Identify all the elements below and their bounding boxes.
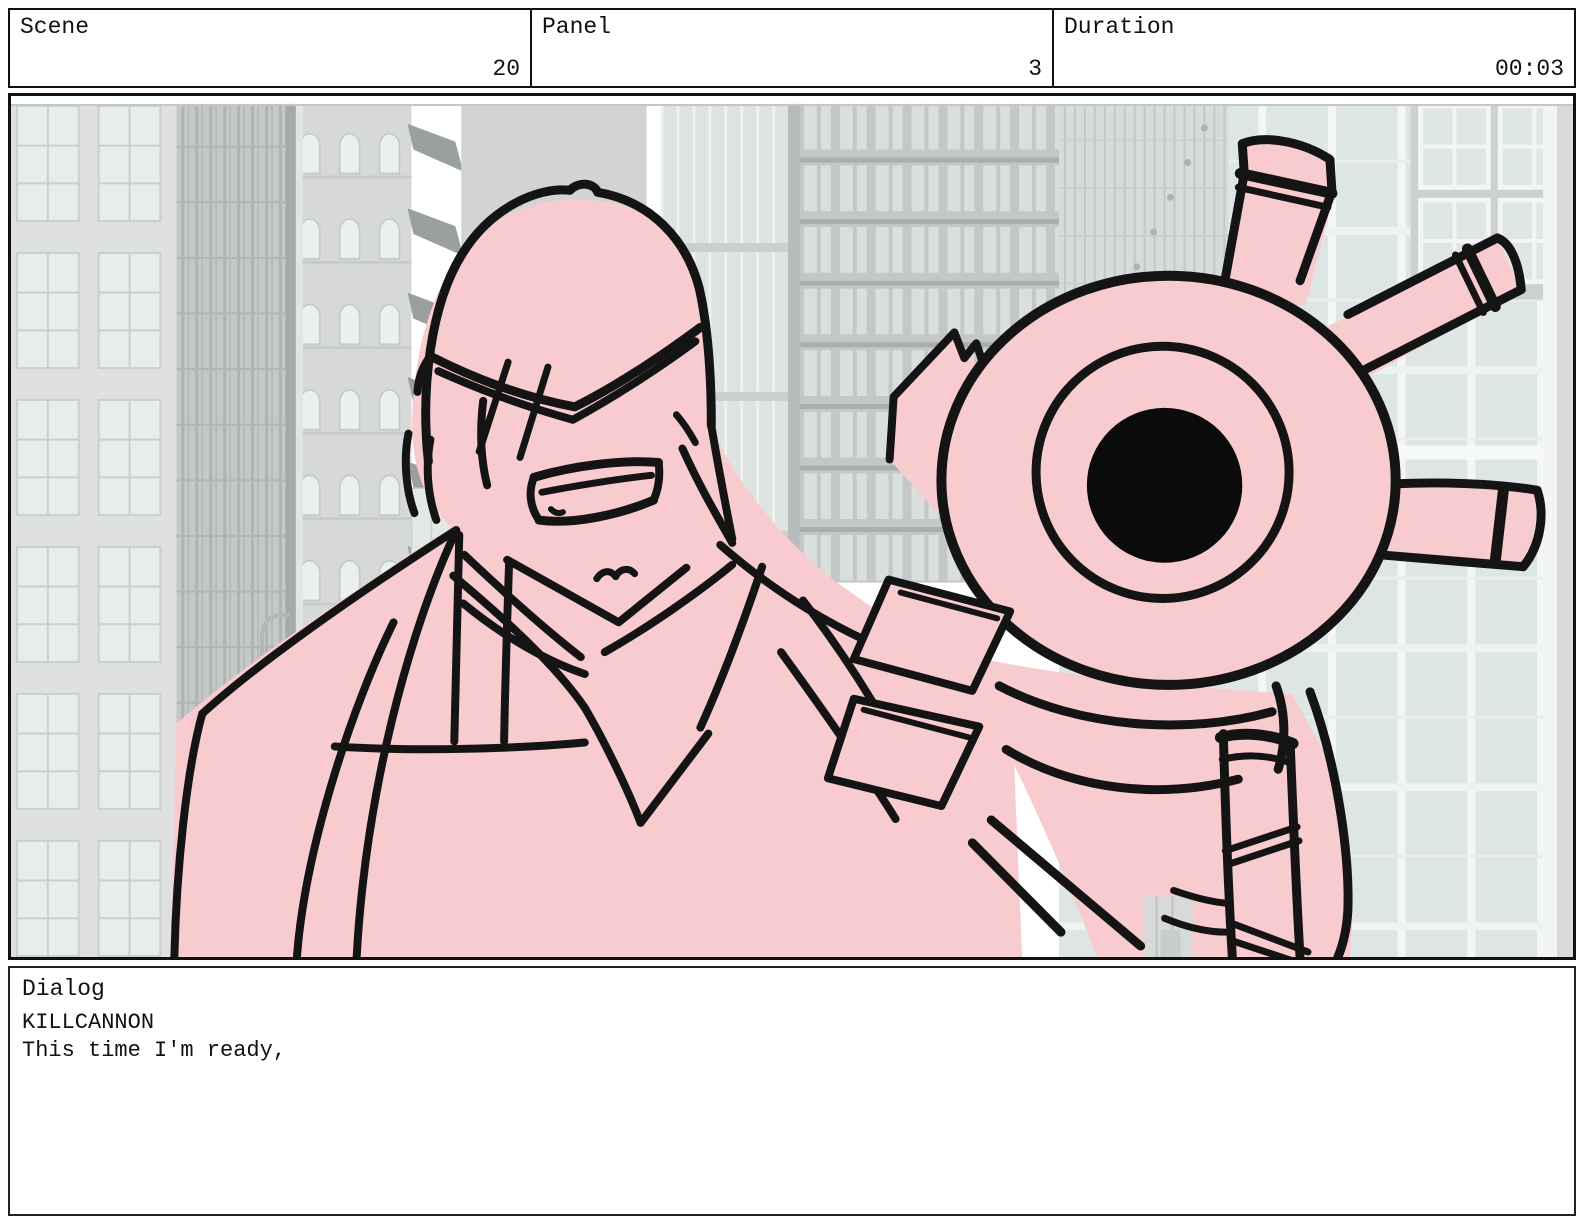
building-corner-edge [1543,96,1557,957]
panel-label: Panel [542,14,611,40]
cannon [941,276,1395,685]
scene-value: 20 [492,56,520,82]
storyboard-panel [8,93,1576,960]
building-left-facade [11,96,176,957]
dialog-box: Dialog KILLCANNON This time I'm ready, [8,966,1576,1216]
duration-cell: Duration 00:03 [1052,10,1574,86]
duration-label: Duration [1064,14,1174,40]
duration-value: 00:03 [1495,56,1564,82]
dialog-character: KILLCANNON [22,1009,1562,1037]
scene-label: Scene [20,14,89,40]
storyboard-drawing [11,96,1573,957]
dialog-label: Dialog [22,976,1562,1002]
storyboard-sheet: Scene 20 Panel 3 Duration 00:03 [0,0,1584,1224]
cannon-bore [1087,408,1242,563]
dialog-text: This time I'm ready, [22,1037,1562,1065]
scene-cell: Scene 20 [10,10,530,86]
header-table: Scene 20 Panel 3 Duration 00:03 [8,8,1576,88]
panel-value: 3 [1028,56,1042,82]
panel-cell: Panel 3 [530,10,1052,86]
